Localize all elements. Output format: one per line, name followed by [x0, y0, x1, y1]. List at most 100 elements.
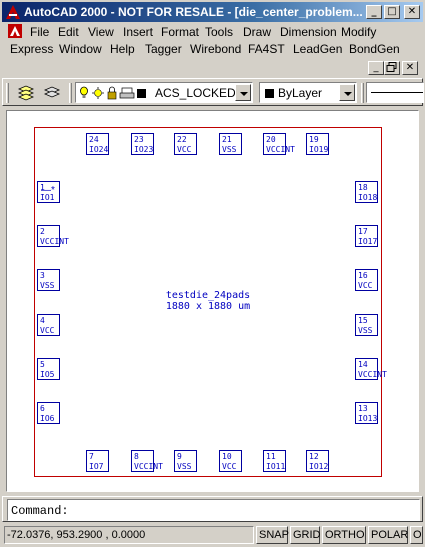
pad-name: IO23	[134, 145, 154, 154]
menu-tagger[interactable]: Tagger	[145, 42, 182, 56]
pad-8[interactable]: 8 VCCINT	[131, 450, 163, 472]
pad-name: IO11	[266, 462, 286, 471]
coordinate-display[interactable]: -72.0376, 953.2900 , 0.0000	[4, 526, 254, 544]
command-window: Command:	[2, 496, 423, 522]
menu-insert[interactable]: Insert	[123, 25, 153, 39]
menu-file[interactable]: File	[30, 25, 49, 39]
pad-4[interactable]: 4 VCC	[37, 314, 60, 336]
chevron-down-icon[interactable]	[235, 84, 251, 101]
grid-toggle[interactable]: GRID	[290, 526, 321, 544]
pad-14[interactable]: 14 VCCINT	[355, 358, 387, 380]
window-title: AutoCAD 2000 - NOT FOR RESALE - [die_cen…	[24, 5, 363, 19]
menu-fa4st[interactable]: FA4ST	[248, 42, 285, 56]
doc-close-button[interactable]: ✕	[402, 61, 418, 75]
pad-name: VSS	[40, 281, 55, 290]
restore-icon	[386, 62, 397, 72]
pad-15[interactable]: 15 VSS	[355, 314, 378, 336]
pad-number: 20	[266, 135, 276, 144]
menu-dimension[interactable]: Dimension	[280, 25, 337, 39]
pad-13[interactable]: 13 IO13	[355, 402, 378, 424]
pad-7[interactable]: 7 IO7	[86, 450, 109, 472]
make-layer-current-icon[interactable]	[17, 83, 35, 101]
pad-18[interactable]: 18 IO18	[355, 181, 378, 203]
pad-number: 13	[358, 404, 368, 413]
pad-name: IO6	[40, 414, 55, 423]
pad-origin-marker: —*	[41, 185, 55, 196]
pad-21[interactable]: 21 VSS	[219, 133, 242, 155]
doc-minimize-button[interactable]: _	[368, 61, 384, 75]
doc-restore-button[interactable]	[384, 61, 400, 75]
pad-20[interactable]: 20 VCCINT	[263, 133, 295, 155]
ortho-toggle[interactable]: ORTHO	[322, 526, 366, 544]
pad-name: IO7	[89, 462, 104, 471]
menu-draw[interactable]: Draw	[243, 25, 271, 39]
menu-view[interactable]: View	[88, 25, 114, 39]
pad-number: 17	[358, 227, 368, 236]
pad-19[interactable]: 19 IO19	[306, 133, 329, 155]
menu-modify[interactable]: Modify	[341, 25, 376, 39]
pad-name: VSS	[222, 145, 237, 154]
pad-10[interactable]: 10 VCC	[219, 450, 242, 472]
pad-name: VSS	[177, 462, 192, 471]
pad-6[interactable]: 6 IO6	[37, 402, 60, 424]
status-bar: -72.0376, 953.2900 , 0.0000 SNAP GRID OR…	[2, 524, 423, 545]
layer-name: ACS_LOCKED	[155, 86, 236, 100]
menu-window[interactable]: Window	[59, 42, 102, 56]
menu-wirebond[interactable]: Wirebond	[190, 42, 241, 56]
pad-22[interactable]: 22 VCC	[174, 133, 197, 155]
chevron-down-icon[interactable]	[339, 84, 355, 101]
pad-16[interactable]: 16 VCC	[355, 269, 378, 291]
pad-number: 2	[40, 227, 45, 236]
toolbar-divider	[361, 83, 364, 103]
pad-number: 16	[358, 271, 368, 280]
layer-control-dropdown[interactable]: ACS_LOCKED	[75, 82, 253, 103]
pad-number: 7	[89, 452, 94, 461]
drawing-canvas[interactable]: testdie_24pads 1880 x 1880 um 24 IO24 23 I…	[6, 110, 419, 492]
pad-name: VCC	[222, 462, 237, 471]
close-button[interactable]: ✕	[404, 5, 420, 19]
minimize-button[interactable]: _	[366, 5, 382, 19]
color-swatch	[265, 89, 274, 98]
die-size-label: 1880 x 1880 um	[165, 301, 251, 312]
pad-number: 4	[40, 316, 45, 325]
color-control-dropdown[interactable]: ByLayer	[259, 82, 357, 103]
toolbar-grip[interactable]	[6, 83, 9, 103]
pad-3[interactable]: 3 VSS	[37, 269, 60, 291]
menu-format[interactable]: Format	[161, 25, 199, 39]
pad-11[interactable]: 11 IO11	[263, 450, 286, 472]
pad-5[interactable]: 5 IO5	[37, 358, 60, 380]
pad-23[interactable]: 23 IO23	[131, 133, 154, 155]
document-icon[interactable]	[8, 24, 22, 38]
menu-leadgen[interactable]: LeadGen	[293, 42, 342, 56]
pad-number: 24	[89, 135, 99, 144]
layers-icon[interactable]	[43, 83, 61, 101]
pad-name: VCCINT	[266, 145, 295, 154]
pad-number: 11	[266, 452, 276, 461]
menu-help[interactable]: Help	[110, 42, 135, 56]
pad-17[interactable]: 17 IO17	[355, 225, 378, 247]
pad-2[interactable]: 2 VCCINT	[37, 225, 69, 247]
menu-bondgen[interactable]: BondGen	[349, 42, 400, 56]
menu-tools[interactable]: Tools	[205, 25, 233, 39]
object-properties-toolbar: ACS_LOCKED ByLayer	[2, 78, 424, 106]
pad-number: 5	[40, 360, 45, 369]
pad-number: 6	[40, 404, 45, 413]
pad-number: 22	[177, 135, 187, 144]
snap-toggle[interactable]: SNAP	[256, 526, 289, 544]
pad-12[interactable]: 12 IO12	[306, 450, 329, 472]
pad-name: IO24	[89, 145, 109, 154]
maximize-button[interactable]: □	[384, 5, 400, 19]
toolbar-divider	[69, 83, 72, 103]
pad-name: IO12	[309, 462, 329, 471]
title-bar[interactable]: AutoCAD 2000 - NOT FOR RESALE - [die_cen…	[2, 2, 423, 22]
linetype-control-dropdown[interactable]	[366, 82, 424, 103]
pad-9[interactable]: 9 VSS	[174, 450, 197, 472]
osnap-toggle[interactable]: O	[410, 526, 423, 544]
command-input[interactable]: Command:	[7, 499, 420, 521]
menu-edit[interactable]: Edit	[58, 25, 79, 39]
pad-24[interactable]: 24 IO24	[86, 133, 109, 155]
pad-name: IO17	[358, 237, 378, 246]
polar-toggle[interactable]: POLAR	[368, 526, 408, 544]
menu-express[interactable]: Express	[10, 42, 53, 56]
pad-number: 9	[177, 452, 182, 461]
